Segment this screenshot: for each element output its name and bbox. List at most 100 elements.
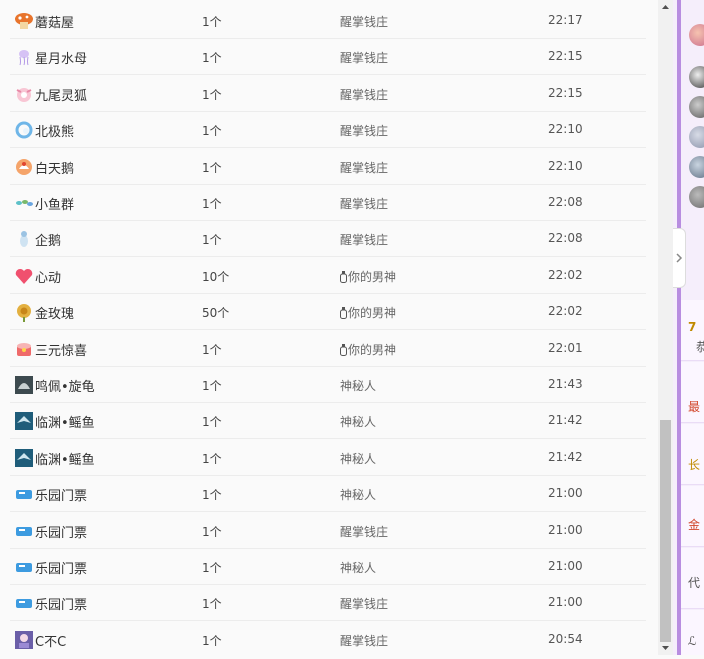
avatar[interactable]	[689, 156, 704, 178]
gift-record-list: 蘑菇屋 1个 醒掌钱庄 22:17 星月水母 1个 醒掌钱庄 22:15 九尾灵狐 1个 醒掌钱庄 2…	[0, 0, 658, 655]
gift-time: 21:42	[548, 449, 583, 464]
sender-name[interactable]: 你的男神	[340, 304, 396, 321]
sender-label: 醒掌钱庄	[340, 524, 389, 539]
gift-name: 乐园门票	[35, 598, 88, 614]
sender-label: 醒掌钱庄	[340, 87, 389, 102]
ticket-icon	[14, 557, 34, 577]
polar-bear-icon	[14, 120, 34, 140]
gift-name: 星月水母	[35, 52, 88, 68]
c-bu-c-icon	[14, 630, 34, 650]
gift-name: 北极熊	[35, 125, 75, 141]
side-fragment: ℒ	[688, 634, 697, 648]
gift-time: 21:00	[548, 595, 583, 610]
fish-school-icon	[14, 193, 34, 213]
gift-row: 临渊•鳐鱼 1个 神秘人 21:42	[0, 403, 650, 440]
side-fragment: 金	[688, 518, 701, 532]
scroll-up-arrow-icon[interactable]	[658, 0, 673, 15]
collapse-panel-button[interactable]	[673, 228, 686, 288]
sender-label: 神秘人	[340, 415, 377, 430]
gift-name: 临渊•鳐鱼	[35, 416, 95, 432]
side-fragment: 最	[688, 400, 701, 414]
gift-name: 心动	[35, 270, 62, 286]
avatar[interactable]	[689, 24, 704, 46]
heart-icon	[14, 266, 34, 286]
sender-name[interactable]: 醒掌钱庄	[340, 231, 388, 248]
sender-name[interactable]: 神秘人	[340, 559, 376, 576]
gift-row: 乐园门票 1个 醒掌钱庄 21:00	[0, 513, 650, 549]
side-fragment: 7	[688, 320, 697, 334]
sender-label: 神秘人	[340, 451, 377, 466]
gift-time: 22:08	[548, 231, 583, 246]
sender-name[interactable]: 你的男神	[340, 268, 396, 285]
avatar[interactable]	[689, 96, 704, 118]
side-fragment: 长	[688, 458, 701, 472]
gift-time: 21:00	[548, 486, 583, 501]
fox-icon	[14, 84, 34, 104]
scroll-thumb[interactable]	[660, 420, 671, 642]
sender-label: 醒掌钱庄	[340, 197, 389, 211]
sender-label: 醒掌钱庄	[340, 15, 389, 29]
gift-count: 1个	[202, 15, 222, 29]
gift-time: 22:02	[548, 304, 583, 319]
avatar[interactable]	[689, 66, 704, 88]
sender-name[interactable]: 神秘人	[340, 413, 376, 430]
gift-name: 企鹅	[35, 234, 62, 250]
side-item[interactable]	[681, 424, 704, 485]
sender-name[interactable]: 你的男神	[340, 341, 396, 358]
gift-row: 蘑菇屋 1个 醒掌钱庄 22:17	[0, 3, 650, 39]
avatar[interactable]	[689, 186, 704, 208]
gift-name: C不C	[35, 634, 67, 650]
gift-count: 50个	[202, 306, 230, 321]
sender-name[interactable]: 醒掌钱庄	[340, 195, 388, 212]
gift-name: 乐园门票	[35, 562, 88, 577]
sender-label: 醒掌钱庄	[340, 233, 389, 248]
gift-count: 1个	[202, 415, 222, 430]
gift-count: 1个	[202, 379, 222, 393]
sender-name[interactable]: 醒掌钱庄	[340, 595, 388, 612]
gift-name: 金玫瑰	[35, 307, 75, 323]
gift-count: 10个	[202, 269, 230, 284]
gift-name: 小鱼群	[35, 198, 75, 213]
sender-name[interactable]: 神秘人	[340, 377, 376, 394]
bottle-badge-icon	[340, 306, 348, 320]
gift-time: 22:15	[548, 49, 583, 64]
sender-name[interactable]: 醒掌钱庄	[340, 13, 388, 30]
gift-time: 20:54	[548, 631, 583, 646]
sender-name[interactable]: 醒掌钱庄	[340, 122, 388, 139]
sender-label: 神秘人	[340, 561, 377, 575]
gift-time: 21:00	[548, 559, 583, 573]
gift-count: 1个	[202, 87, 222, 102]
sender-name[interactable]: 醒掌钱庄	[340, 523, 388, 540]
sender-label: 醒掌钱庄	[340, 597, 389, 612]
sender-name[interactable]: 神秘人	[340, 450, 376, 467]
sender-label: 你的男神	[348, 306, 397, 321]
side-fragment: 代	[688, 576, 701, 590]
gold-rose-icon	[14, 302, 34, 323]
avatar[interactable]	[689, 126, 704, 148]
turtle-icon	[14, 375, 34, 395]
sender-name[interactable]: 神秘人	[340, 486, 376, 503]
gift-row: 三元惊喜 1个 你的男神 22:01	[0, 331, 650, 367]
gift-row: 北极熊 1个 醒掌钱庄 22:10	[0, 112, 650, 149]
sender-name[interactable]: 醒掌钱庄	[340, 632, 388, 649]
gift-count: 1个	[202, 160, 222, 175]
gift-row: C不C 1个 醒掌钱庄 20:54	[0, 622, 650, 655]
side-item[interactable]	[681, 610, 704, 655]
sender-name[interactable]: 醒掌钱庄	[340, 86, 388, 103]
sender-label: 醒掌钱庄	[340, 124, 389, 139]
gift-name: 白天鹅	[35, 161, 75, 177]
sender-name[interactable]: 醒掌钱庄	[340, 49, 388, 66]
scrollbar[interactable]	[658, 0, 673, 655]
gift-time: 21:00	[548, 522, 583, 537]
surprise-box-icon	[14, 339, 34, 359]
gift-time: 21:42	[548, 413, 583, 428]
sender-label: 醒掌钱庄	[340, 51, 389, 66]
sender-name[interactable]: 醒掌钱庄	[340, 159, 388, 176]
gift-name: 鸣佩•旋龟	[35, 380, 95, 395]
ticket-icon	[14, 484, 34, 504]
sender-label: 你的男神	[348, 269, 397, 284]
gift-time: 22:08	[548, 195, 583, 209]
scroll-down-arrow-icon[interactable]	[658, 640, 673, 655]
gift-count: 1个	[202, 51, 222, 66]
gift-row: 心动 10个 你的男神 22:02	[0, 258, 650, 294]
